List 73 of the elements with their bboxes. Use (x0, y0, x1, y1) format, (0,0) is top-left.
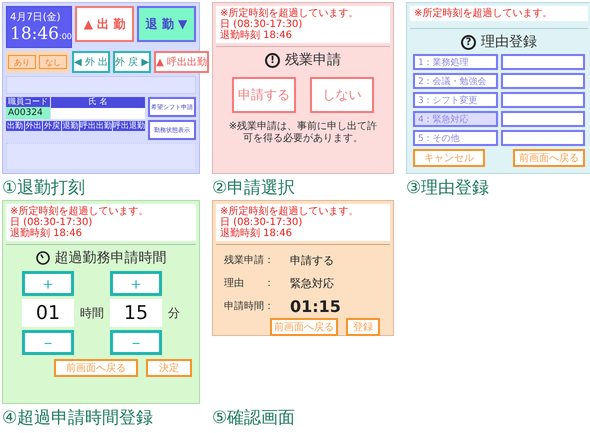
question-icon: ? (461, 34, 476, 50)
reason-field[interactable] (500, 111, 585, 127)
decrement-button[interactable]: － (110, 330, 162, 355)
caption: ⑤確認画面 (212, 407, 296, 430)
dialog-title: 残業申請 (285, 51, 341, 69)
alert-text: 退勤時刻 18:46 (220, 228, 293, 239)
column-header: 外出 (24, 121, 42, 131)
back-button[interactable]: 前画面へ戻る (513, 149, 585, 167)
date-text: 4月7日(金) (10, 11, 62, 24)
employee-code: A00324 (6, 107, 50, 119)
increment-button[interactable]: ＋ (110, 271, 162, 296)
caption: ④超過申請時間登録 (2, 407, 154, 430)
reason-option[interactable]: 2：会議・勉強会 (413, 73, 498, 89)
caption: ③理由登録 (406, 177, 490, 200)
choice-button[interactable]: あり (8, 55, 36, 69)
reason-option[interactable]: 1：業務処理 (413, 54, 498, 70)
caption: ②申請選択 (212, 177, 296, 200)
dialog-title: 理由登録 (481, 33, 537, 51)
outing-button[interactable]: 外 戻 ▶ (113, 51, 152, 73)
decrement-button[interactable]: － (22, 330, 74, 355)
dialog-title: 超過勤務申請時間 (54, 249, 166, 267)
field-label: 残業申請： (224, 254, 275, 267)
register-button[interactable]: 登録 (346, 318, 380, 336)
column-header: 外戻 (43, 121, 60, 131)
hours-unit: 時間 (80, 304, 104, 322)
alert-text: ※所定時刻を超過しています。 (220, 206, 360, 217)
field-value: 01:15 (290, 296, 341, 316)
alert-text: ※所定時刻を超過しています。 (414, 8, 554, 19)
time-text: 18:46 (10, 24, 59, 44)
alert-text: 退勤時刻 18:46 (10, 228, 83, 239)
hours-value: 01 (22, 299, 74, 327)
minutes-unit: 分 (168, 304, 180, 322)
column-header: 出勤 (6, 121, 24, 131)
field-label: 理由 ： (224, 276, 275, 290)
column-header: 氏 名 (51, 97, 145, 108)
alert-text: 退勤時刻 18:46 (220, 30, 293, 41)
exclamation-icon: ! (265, 52, 280, 68)
back-button[interactable]: 前画面へ戻る (270, 318, 338, 336)
cancel-button[interactable]: キャンセル (413, 149, 485, 167)
reason-option[interactable]: 5：その他 (413, 130, 498, 146)
alert-text: 日 (08:30-17:30) (10, 217, 94, 228)
column-header: 退勤 (62, 121, 79, 131)
column-header: 呼出出勤 (80, 121, 112, 131)
field-label: 申請時間： (224, 300, 275, 313)
reason-option[interactable]: 4：緊急対応 (413, 111, 498, 127)
alert-text: ※所定時刻を超過しています。 (10, 206, 150, 217)
reason-field[interactable] (500, 73, 585, 89)
reason-field[interactable] (500, 130, 585, 146)
outing-button[interactable]: ◀ 外 出 (72, 51, 110, 73)
reason-field[interactable] (500, 92, 585, 108)
note-text: ※残業申請は、事前に申し出て許可を得る必要があります。 (228, 121, 378, 145)
field-value: 申請する (290, 252, 334, 268)
minutes-value: 15 (110, 299, 162, 327)
field-value: 緊急対応 (290, 276, 334, 290)
clock-out-button[interactable]: 退 勤 ▼ (137, 6, 196, 42)
clock-in-button[interactable]: ▲ 出 勤 (75, 6, 134, 42)
reason-option[interactable]: 3：シフト変更 (413, 92, 498, 108)
clock-icon (36, 251, 50, 265)
seconds-text: :00 (59, 32, 72, 41)
choice-button[interactable]: なし (39, 55, 67, 69)
alert-text: 日 (08:30-17:30) (220, 217, 304, 228)
call-in-button[interactable]: ▲ 呼出出勤 (154, 51, 209, 73)
choice-button[interactable]: しない (310, 77, 374, 113)
choice-button[interactable]: 申請する (232, 77, 296, 113)
reason-field[interactable] (500, 54, 585, 70)
caption: ①退勤打刻 (2, 177, 86, 200)
column-header: 職員コード (6, 97, 50, 107)
alert-text: 日 (08:30-17:30) (220, 19, 304, 30)
alert-text: ※所定時刻を超過しています。 (220, 8, 360, 19)
increment-button[interactable]: ＋ (22, 271, 74, 296)
confirm-button[interactable]: 決定 (146, 359, 192, 377)
column-header: 呼出退勤 (113, 121, 145, 131)
back-button[interactable]: 前画面へ戻る (54, 359, 138, 377)
